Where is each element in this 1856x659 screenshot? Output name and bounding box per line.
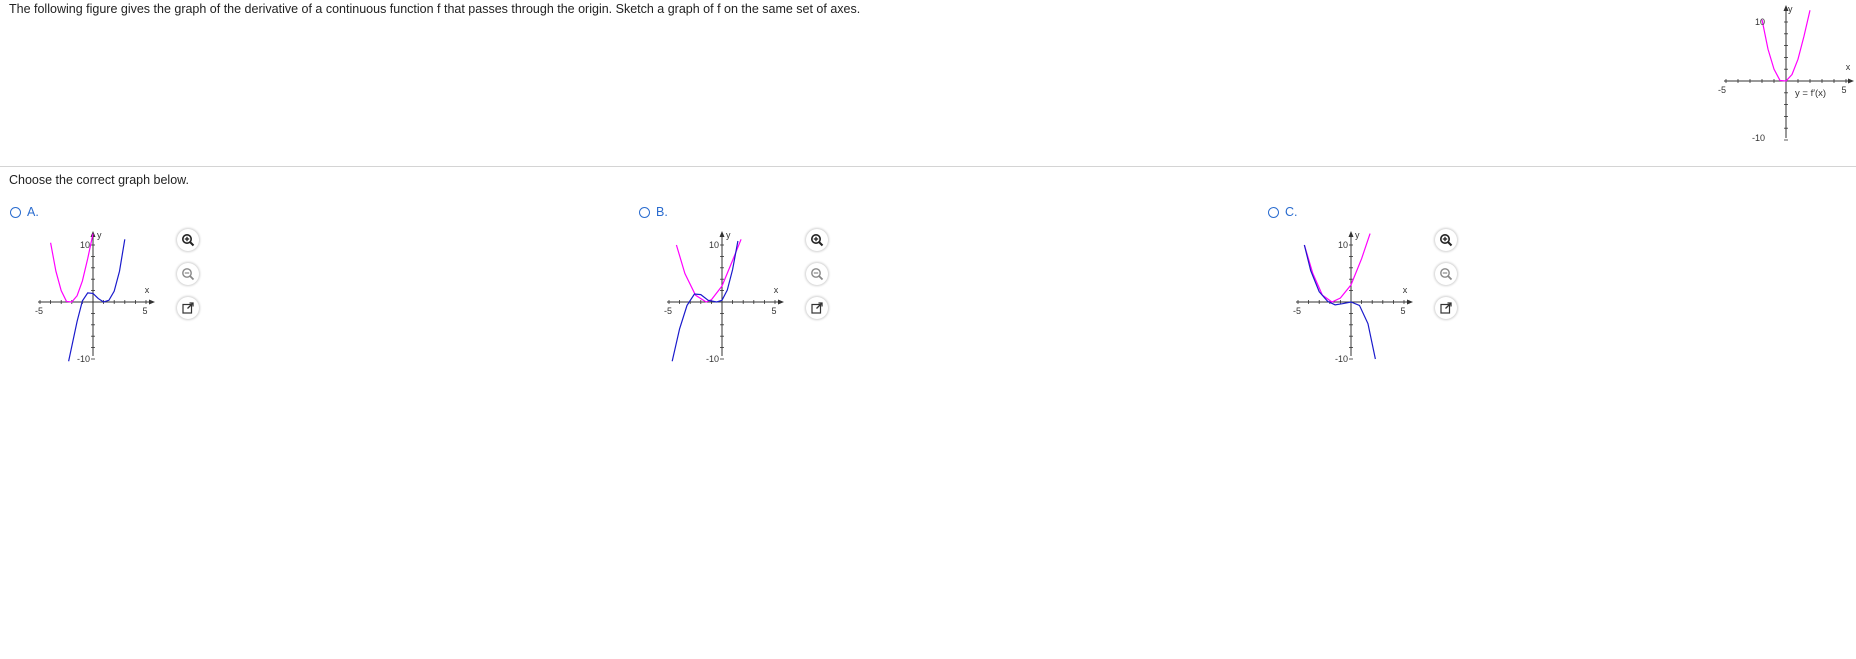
option-b-zoom-out-button[interactable]: [806, 263, 828, 285]
open-new-window-icon: [1440, 302, 1452, 314]
tick-y-max: 10: [709, 240, 719, 250]
axis-y-label: y: [97, 230, 102, 240]
option-c: C. 10 -10 -5 5 x y: [1268, 205, 1508, 380]
axis-x-label: x: [145, 285, 150, 295]
option-b-label[interactable]: B.: [656, 205, 668, 219]
option-c-zoom-in-button[interactable]: [1435, 229, 1457, 251]
zoom-out-icon: [1440, 268, 1453, 281]
option-b-radio-row[interactable]: B.: [639, 205, 668, 219]
option-a-open-new-button[interactable]: [177, 297, 199, 319]
option-a-radio-row[interactable]: A.: [10, 205, 39, 219]
option-c-graph: 10 -10 -5 5 x y: [1293, 230, 1413, 364]
tick-x-max: 5: [771, 306, 776, 316]
candidate-curve: [68, 239, 126, 362]
divider: [0, 166, 1856, 167]
x-axis-arrow: [1407, 299, 1413, 305]
option-b-zoom-in-button[interactable]: [806, 229, 828, 251]
tick-y-min: -10: [77, 354, 90, 364]
axis-y-label: y: [1788, 4, 1793, 14]
tick-y-min: -10: [706, 354, 719, 364]
option-b-graph: 10 -10 -5 5 x y: [664, 230, 784, 364]
option-c-label[interactable]: C.: [1285, 205, 1298, 219]
zoom-in-icon: [1440, 234, 1453, 247]
option-a-radio[interactable]: [10, 206, 21, 218]
tick-x-max: 5: [1400, 306, 1405, 316]
axis-x-label: x: [1846, 62, 1851, 72]
curve-label: y = f′(x): [1795, 88, 1826, 99]
tick-y-min: -10: [1752, 133, 1765, 143]
x-axis-arrow: [778, 299, 784, 305]
x-axis-arrow: [149, 299, 155, 305]
y-axis-arrow: [1348, 231, 1354, 237]
zoom-in-icon: [182, 234, 195, 247]
option-b-open-new-button[interactable]: [806, 297, 828, 319]
derivative-graph: 10 -10 -5 5 x y y = f′(x): [1718, 4, 1854, 143]
option-a-label[interactable]: A.: [27, 205, 39, 219]
option-a-graph: 10 -10 -5 5 x y: [35, 230, 155, 364]
open-new-window-icon: [811, 302, 823, 314]
tick-y-min: -10: [1335, 354, 1348, 364]
x-axis-arrow: [1848, 78, 1854, 84]
main-axes: [1724, 5, 1854, 141]
axis-x-label: x: [774, 285, 779, 295]
option-a: A. 10 -10 -5 5 x y: [10, 205, 250, 380]
y-axis-arrow: [719, 231, 725, 237]
tick-y-max: 10: [1338, 240, 1348, 250]
option-c-radio-row[interactable]: C.: [1268, 205, 1298, 219]
question-text: The following figure gives the graph of …: [9, 2, 861, 16]
option-a-zoom-out-button[interactable]: [177, 263, 199, 285]
open-new-window-icon: [182, 302, 194, 314]
option-b-radio[interactable]: [639, 206, 650, 218]
choose-prompt: Choose the correct graph below.: [9, 173, 189, 187]
axis-y-label: y: [1355, 230, 1360, 240]
option-a-zoom-in-button[interactable]: [177, 229, 199, 251]
option-c-zoom-out-button[interactable]: [1435, 263, 1457, 285]
tick-x-min: -5: [1293, 306, 1301, 316]
option-b: B. 10 -10 -5 5 x y: [639, 205, 879, 380]
zoom-out-icon: [811, 268, 824, 281]
tick-y-max: 10: [80, 240, 90, 250]
zoom-out-icon: [182, 268, 195, 281]
option-c-radio[interactable]: [1268, 206, 1279, 218]
axis-x-label: x: [1403, 285, 1408, 295]
tick-y-max: 10: [1755, 17, 1765, 27]
tick-x-min: -5: [1718, 85, 1726, 95]
tick-x-max: 5: [142, 306, 147, 316]
tick-x-min: -5: [664, 306, 672, 316]
zoom-in-icon: [811, 234, 824, 247]
option-c-open-new-button[interactable]: [1435, 297, 1457, 319]
axis-y-label: y: [726, 230, 731, 240]
tick-x-max: 5: [1841, 85, 1846, 95]
tick-x-min: -5: [35, 306, 43, 316]
